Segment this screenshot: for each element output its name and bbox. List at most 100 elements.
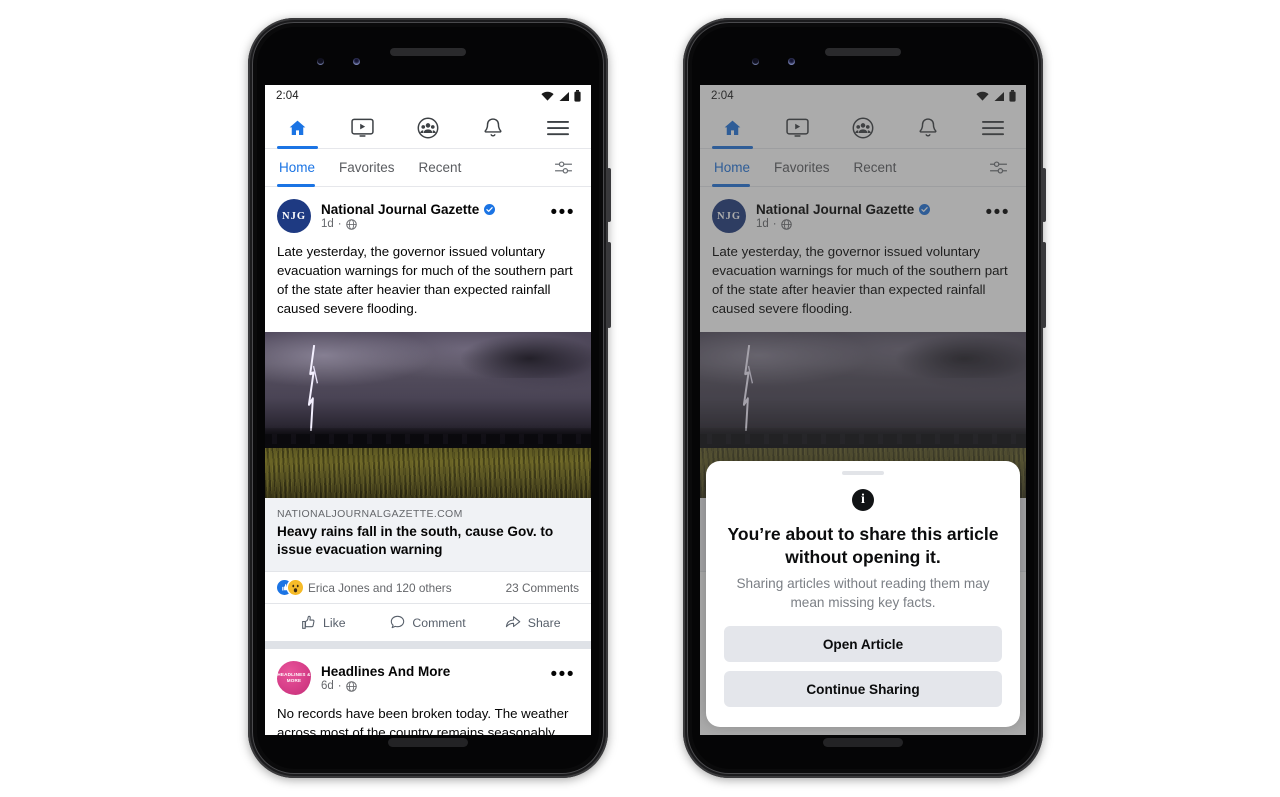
power-button[interactable] bbox=[607, 168, 611, 222]
continue-sharing-button[interactable]: Continue Sharing bbox=[724, 671, 1002, 707]
post-timestamp: 1d bbox=[756, 218, 769, 230]
cellular-signal-icon bbox=[994, 91, 1004, 101]
phone-screen-left: 2:04 Home Favorites Recent NJG National … bbox=[265, 85, 591, 735]
bell-icon bbox=[919, 118, 937, 137]
post-image[interactable] bbox=[265, 331, 591, 498]
nav-tab-menu[interactable] bbox=[526, 107, 591, 148]
avatar[interactable]: NJG bbox=[277, 199, 311, 233]
bell-icon bbox=[484, 118, 502, 137]
post-timestamp: 1d bbox=[321, 218, 334, 230]
post-author-name[interactable]: National Journal Gazette bbox=[321, 202, 479, 217]
post-meta: Headlines And More 6d · bbox=[321, 664, 547, 692]
post-body-text: No records have been broken today. The w… bbox=[277, 706, 569, 735]
post-social-counts: Erica Jones and 120 others 23 Comments bbox=[265, 572, 591, 603]
lightning-bolt-icon bbox=[308, 344, 319, 432]
link-preview-card[interactable]: NATIONALJOURNALGAZETTE.COM Heavy rains f… bbox=[265, 497, 591, 573]
globe-icon bbox=[780, 218, 792, 230]
post-menu-button[interactable]: ••• bbox=[982, 203, 1014, 224]
battery-icon bbox=[574, 90, 581, 102]
power-button[interactable] bbox=[1042, 168, 1046, 222]
post-header: NJG National Journal Gazette 1d · ••• bbox=[265, 187, 591, 241]
tab-recent[interactable]: Recent bbox=[842, 149, 909, 186]
feed-settings-button[interactable] bbox=[554, 160, 579, 175]
verified-badge-icon bbox=[919, 204, 931, 215]
post-author-row: National Journal Gazette bbox=[756, 202, 982, 217]
post-author-row: National Journal Gazette bbox=[321, 202, 547, 217]
nav-tab-watch[interactable] bbox=[765, 107, 830, 148]
tab-home[interactable]: Home bbox=[700, 149, 762, 187]
volume-button[interactable] bbox=[607, 242, 611, 328]
avatar-initials: NJG bbox=[282, 210, 306, 222]
earpiece-speaker bbox=[825, 48, 901, 56]
feed-filter-tabs: Home Favorites Recent bbox=[265, 149, 591, 187]
feed-divider bbox=[265, 641, 591, 650]
link-domain: NATIONALJOURNALGAZETTE.COM bbox=[277, 507, 463, 520]
drag-handle[interactable] bbox=[842, 470, 884, 475]
open-article-button[interactable]: Open Article bbox=[724, 626, 1002, 662]
avatar-initials: NJG bbox=[717, 210, 741, 222]
sensor-dot bbox=[317, 58, 324, 65]
share-button[interactable]: Share bbox=[480, 610, 585, 635]
screenshot-stage: 2:04 Home Favorites Recent NJG National … bbox=[0, 0, 1280, 797]
info-icon: i bbox=[852, 488, 874, 511]
volume-button[interactable] bbox=[1042, 242, 1046, 328]
post-menu-button[interactable]: ••• bbox=[547, 665, 579, 686]
lightning-bolt-icon bbox=[743, 344, 754, 432]
status-clock: 2:04 bbox=[276, 90, 299, 102]
post-author-name[interactable]: National Journal Gazette bbox=[756, 202, 914, 217]
tab-favorites[interactable]: Favorites bbox=[327, 149, 407, 186]
dialog-title: You’re about to share this article witho… bbox=[727, 523, 999, 567]
like-button[interactable]: Like bbox=[271, 610, 376, 635]
nav-tab-notifications[interactable] bbox=[461, 107, 526, 148]
facebook-top-nav bbox=[265, 107, 591, 149]
battery-icon bbox=[1009, 90, 1016, 102]
front-camera bbox=[788, 58, 795, 65]
feed-post-national-journal-gazette: NJG National Journal Gazette 1d · ••• La… bbox=[265, 187, 591, 642]
post-subtitle: 1d · bbox=[321, 218, 547, 230]
status-bar: 2:04 bbox=[700, 85, 1026, 107]
front-camera bbox=[353, 58, 360, 65]
globe-icon bbox=[345, 218, 357, 230]
globe-icon bbox=[345, 680, 357, 692]
feed-settings-button[interactable] bbox=[989, 160, 1014, 175]
bottom-speaker bbox=[388, 738, 468, 747]
avatar[interactable]: HEADLINES & MORE bbox=[277, 661, 311, 696]
wifi-icon bbox=[541, 91, 554, 101]
post-author-name[interactable]: Headlines And More bbox=[321, 664, 450, 679]
nav-tab-home[interactable] bbox=[700, 107, 765, 149]
comment-count[interactable]: 23 Comments bbox=[506, 581, 579, 595]
comment-label: Comment bbox=[412, 615, 466, 630]
avatar-initials: HEADLINES & MORE bbox=[277, 672, 311, 684]
post-subtitle: 1d · bbox=[756, 218, 982, 230]
nav-tab-watch[interactable] bbox=[330, 107, 395, 148]
nav-tab-notifications[interactable] bbox=[896, 107, 961, 148]
cellular-signal-icon bbox=[559, 91, 569, 101]
post-header: HEADLINES & MORE Headlines And More 6d · bbox=[265, 649, 591, 703]
phone-left: 2:04 Home Favorites Recent NJG National … bbox=[248, 18, 611, 778]
dialog-subtitle: Sharing articles without reading them ma… bbox=[736, 576, 990, 610]
bottom-speaker bbox=[823, 738, 903, 747]
post-body-text: Late yesterday, the governor issued volu… bbox=[277, 244, 573, 316]
reaction-icons bbox=[277, 580, 303, 596]
comment-button[interactable]: Comment bbox=[376, 610, 481, 635]
video-icon bbox=[351, 118, 374, 137]
grass-field bbox=[265, 447, 591, 498]
nav-tab-groups[interactable] bbox=[830, 107, 895, 148]
tab-recent[interactable]: Recent bbox=[407, 149, 474, 186]
reaction-text: Erica Jones and 120 others bbox=[308, 580, 452, 595]
facebook-top-nav bbox=[700, 107, 1026, 149]
post-action-bar: Like Comment Share bbox=[265, 603, 591, 641]
nav-tab-groups[interactable] bbox=[395, 107, 460, 148]
nav-tab-menu[interactable] bbox=[961, 107, 1026, 148]
reaction-summary[interactable]: Erica Jones and 120 others bbox=[277, 580, 452, 596]
avatar[interactable]: NJG bbox=[712, 199, 746, 233]
post-body-text: Late yesterday, the governor issued volu… bbox=[712, 244, 1008, 316]
sliders-filter-icon bbox=[990, 161, 1007, 174]
post-menu-button[interactable]: ••• bbox=[547, 203, 579, 224]
like-label: Like bbox=[323, 615, 346, 630]
nav-tab-home[interactable] bbox=[265, 107, 330, 149]
dark-cloud bbox=[460, 334, 591, 378]
tab-home[interactable]: Home bbox=[265, 149, 327, 187]
tab-favorites[interactable]: Favorites bbox=[762, 149, 842, 186]
post-subtitle: 6d · bbox=[321, 680, 547, 692]
